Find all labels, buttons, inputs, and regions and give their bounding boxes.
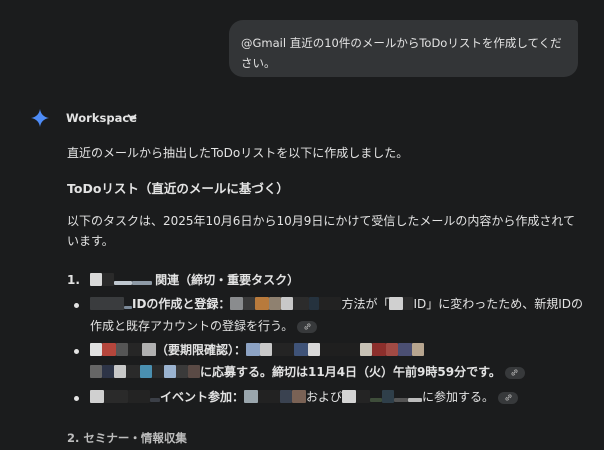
redacted-block: [319, 297, 342, 310]
redacted-block: [90, 365, 102, 378]
redacted-block: [255, 297, 270, 310]
todo-item-1-bold: IDの作成と登録：: [132, 297, 231, 311]
redacted-block: [292, 390, 307, 403]
todo-item-3-bold: イベント参加：: [160, 390, 245, 404]
redacted-block: [308, 343, 321, 356]
todo-item-3-text-a: および: [306, 390, 343, 404]
todo-item-2: （要期限確認）： に応募する。締切は11月4日（火）午前9時59分です。: [90, 339, 585, 383]
redacted-block: [102, 365, 114, 378]
link-icon: [304, 323, 311, 330]
source-link-chip[interactable]: [297, 320, 318, 333]
redacted-block: [246, 343, 261, 356]
source-link-chip[interactable]: [498, 391, 519, 404]
redacted-block: [370, 398, 383, 402]
redacted-block: [124, 306, 132, 309]
redacted-block: [176, 365, 188, 378]
link-icon: [511, 369, 518, 376]
redacted-block: [386, 343, 399, 356]
todo-description: 以下のタスクは、2025年10月6日から10月9日にかけて受信したメールの内容か…: [67, 214, 575, 248]
link-icon: [504, 394, 512, 401]
redacted-block: [150, 398, 160, 402]
redacted-block: [230, 297, 244, 310]
redacted-block: [309, 297, 320, 310]
redacted-block: [360, 343, 373, 356]
todo-item-1-text-a: 方法が「: [341, 297, 390, 311]
redacted-block: [90, 390, 104, 403]
redacted-block: [243, 297, 256, 310]
redacted-block: [398, 343, 413, 356]
redacted-block: [320, 343, 361, 356]
redacted-block: [408, 398, 423, 402]
redacted-block: [280, 390, 293, 403]
redacted-block: [356, 390, 371, 403]
redacted-block: [114, 281, 133, 285]
bullet-dot: [74, 396, 79, 401]
redacted-block: [294, 343, 309, 356]
redacted-block: [128, 390, 150, 403]
chevron-down-icon[interactable]: [126, 111, 138, 123]
redacted-block: [342, 390, 357, 403]
redacted-block: [102, 273, 115, 286]
redacted-block: [90, 297, 124, 310]
redacted-block: [412, 343, 425, 356]
gemini-spark-icon: [31, 109, 49, 127]
redacted-block: [272, 343, 295, 356]
redacted-block: [188, 365, 200, 378]
redacted-block: [140, 365, 152, 378]
redacted-block: [116, 343, 128, 356]
redacted-block: [281, 297, 294, 310]
bullet-dot: [74, 349, 79, 354]
section-1-heading: 1. 関連（締切・重要タスク）: [67, 270, 299, 290]
redacted-block: [389, 297, 404, 310]
todo-item-3-text-b: に参加する。: [422, 390, 495, 404]
redacted-block: [293, 297, 310, 310]
response-intro: 直近のメールから抽出したToDoリストを以下に作成しました。: [67, 146, 409, 160]
section-1-number: 1.: [67, 273, 80, 287]
redacted-block: [90, 343, 102, 356]
todo-heading: ToDoリスト（直近のメールに基づく）: [67, 181, 289, 196]
source-link-chip[interactable]: [504, 366, 525, 379]
user-message-text: @Gmail 直近の10件のメールからToDoリストを作成してください。: [241, 36, 562, 70]
bullet-dot: [74, 303, 79, 308]
todo-item-1: IDの作成と登録： 方法が「 ID」に変わったため、新規IDの作成と既存アカウントの…: [90, 293, 585, 337]
redacted-block: [152, 365, 164, 378]
redacted-block: [132, 281, 153, 285]
redacted-block: [244, 390, 259, 403]
section-2-heading: 2. セミナー・情報収集: [67, 431, 187, 445]
redacted-block: [102, 343, 116, 356]
redacted-block: [126, 365, 140, 378]
redacted-block: [90, 273, 103, 286]
section-1-title: 関連（締切・重要タスク）: [155, 273, 300, 287]
todo-item-2-bold: （要期限確認）：: [156, 343, 247, 357]
todo-item-2-bold-2: に応募する。締切は11月4日（火）午前9時59分です。: [200, 365, 501, 379]
redacted-block: [260, 343, 273, 356]
redacted-block: [128, 343, 142, 356]
redacted-block: [104, 390, 128, 403]
redacted-block: [164, 365, 176, 378]
redacted-block: [258, 390, 281, 403]
redacted-block: [372, 343, 387, 356]
redacted-block: [269, 297, 282, 310]
redacted-block: [403, 297, 414, 310]
redacted-block: [114, 365, 126, 378]
redacted-block: [382, 390, 395, 403]
user-message-bubble: @Gmail 直近の10件のメールからToDoリストを作成してください。: [229, 20, 578, 77]
todo-item-3: イベント参加： および に参加する。: [90, 386, 585, 408]
redacted-block: [394, 398, 409, 402]
redacted-block: [142, 343, 156, 356]
